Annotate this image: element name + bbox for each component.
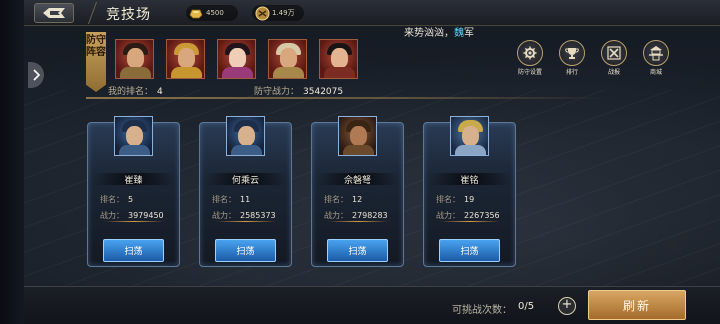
opponent-power-value: 2267356 (464, 211, 500, 220)
opponent-rank: 排名： 5 (100, 194, 133, 205)
shop-button[interactable]: 商城 (641, 40, 671, 76)
opponent-rank-value: 12 (352, 195, 363, 204)
defense-hero-portrait[interactable] (319, 39, 358, 79)
challenge-count-value: 0/5 (518, 301, 535, 312)
marquee-prefix: 来势汹汹， (404, 28, 454, 39)
lineup-divider (86, 97, 606, 99)
opponent-name: 何乘云 (205, 173, 286, 186)
challenge-count-label: 可挑战次数： (452, 305, 512, 316)
opponent-rank: 排名： 19 (436, 194, 474, 205)
opponent-avatar (338, 116, 377, 156)
battle-report-button[interactable]: 战报 (599, 40, 629, 76)
defense-hero-portrait[interactable] (217, 39, 256, 79)
opponent-rank: 排名： 12 (324, 194, 362, 205)
gold-ingot-value: 4500 (206, 9, 224, 17)
marquee-highlight: 魏 (454, 28, 464, 39)
back-arrow-icon (43, 8, 65, 18)
gold-ingot-icon (188, 5, 204, 21)
sweep-button[interactable]: 扫荡 (103, 239, 164, 262)
chevron-right-icon (33, 69, 40, 81)
opponent-power-label: 战力： (324, 211, 348, 220)
shop-label: 商城 (649, 69, 662, 76)
defense-hero-portrait[interactable] (268, 39, 307, 79)
trophy-icon (565, 48, 579, 59)
opponent-rank-value: 19 (464, 195, 475, 204)
opponent-power-label: 战力： (436, 211, 460, 220)
defense-power: 防守战力： 3542075 (254, 84, 343, 97)
battle-report-label: 战报 (607, 69, 620, 76)
marquee-suffix: 军 (464, 28, 474, 39)
ranking-button[interactable]: 排行 (557, 40, 587, 76)
sweep-button[interactable]: 扫荡 (327, 239, 388, 262)
back-button[interactable] (34, 3, 74, 23)
gold-ingot-resource: 4500 (186, 5, 238, 21)
refresh-button[interactable]: 刷新 (588, 290, 686, 320)
opponent-card[interactable]: 何乘云 排名： 11 战力： 2585373 扫荡 (199, 116, 292, 267)
opponent-power-value: 2585373 (240, 211, 276, 220)
coin-resource: 1.49万 (252, 5, 304, 21)
opponent-power: 战力： 3979450 (100, 210, 164, 221)
my-rank: 我的排名： 4 (108, 84, 163, 97)
coin-value: 1.49万 (272, 9, 295, 17)
pagoda-icon (649, 46, 663, 61)
opponent-power-value: 3979450 (128, 211, 164, 220)
opponent-power: 战力： 2267356 (436, 210, 500, 221)
defense-hero-portrait[interactable] (115, 39, 154, 79)
opponent-rank-value: 11 (240, 195, 251, 204)
opponent-card[interactable]: 崔铭 排名： 19 战力： 2267356 扫荡 (423, 116, 516, 267)
my-rank-value: 4 (157, 87, 163, 97)
opponent-rank-value: 5 (128, 195, 134, 204)
opponent-power: 战力： 2798283 (324, 210, 388, 221)
crossed-swords-icon (607, 46, 621, 60)
opponent-rank-label: 排名： (324, 195, 348, 204)
announcement-marquee: 来势汹汹，魏军 (330, 24, 630, 39)
opponent-avatar (226, 116, 265, 156)
page-title: 竞技场 (106, 7, 151, 23)
opponent-power-label: 战力： (100, 211, 124, 220)
ranking-label: 排行 (565, 69, 578, 76)
opponent-card[interactable]: 佘磐弩 排名： 12 战力： 2798283 扫荡 (311, 116, 404, 267)
sweep-button[interactable]: 扫荡 (439, 239, 500, 262)
opponent-rank: 排名： 11 (212, 194, 250, 205)
card-divider (216, 221, 276, 222)
opponent-power-label: 战力： (212, 211, 236, 220)
card-divider (104, 221, 164, 222)
opponent-name: 崔臻 (93, 173, 174, 186)
gear-icon (523, 46, 537, 60)
opponent-avatar (450, 116, 489, 156)
card-divider (440, 221, 500, 222)
sweep-button[interactable]: 扫荡 (215, 239, 276, 262)
opponent-power: 战力： 2585373 (212, 210, 276, 221)
opponent-name: 崔铭 (429, 173, 510, 186)
defense-power-label: 防守战力： (254, 87, 300, 97)
opponent-rank-label: 排名： (100, 195, 124, 204)
opponent-rank-label: 排名： (436, 195, 460, 204)
coin-emblem-icon (254, 5, 270, 21)
card-divider (328, 221, 388, 222)
my-rank-label: 我的排名： (108, 87, 154, 97)
opponent-rank-label: 排名： (212, 195, 236, 204)
defense-hero-portrait[interactable] (166, 39, 205, 79)
defense-power-value: 3542075 (303, 87, 344, 97)
defense-label-bottom: 阵容 (86, 47, 106, 58)
defense-settings-button[interactable]: 防守设置 (515, 40, 545, 76)
left-edge (0, 0, 24, 324)
opponent-card[interactable]: 崔臻 排名： 5 战力： 3979450 扫荡 (87, 116, 180, 267)
opponent-power-value: 2798283 (352, 211, 388, 220)
opponent-name: 佘磐弩 (317, 173, 398, 186)
defense-lineup-label: 防守 阵容 (86, 32, 106, 92)
defense-settings-label: 防守设置 (517, 69, 542, 76)
add-challenges-button[interactable]: + (558, 297, 576, 315)
defense-label-top: 防守 (86, 35, 106, 46)
opponent-avatar (114, 116, 153, 156)
